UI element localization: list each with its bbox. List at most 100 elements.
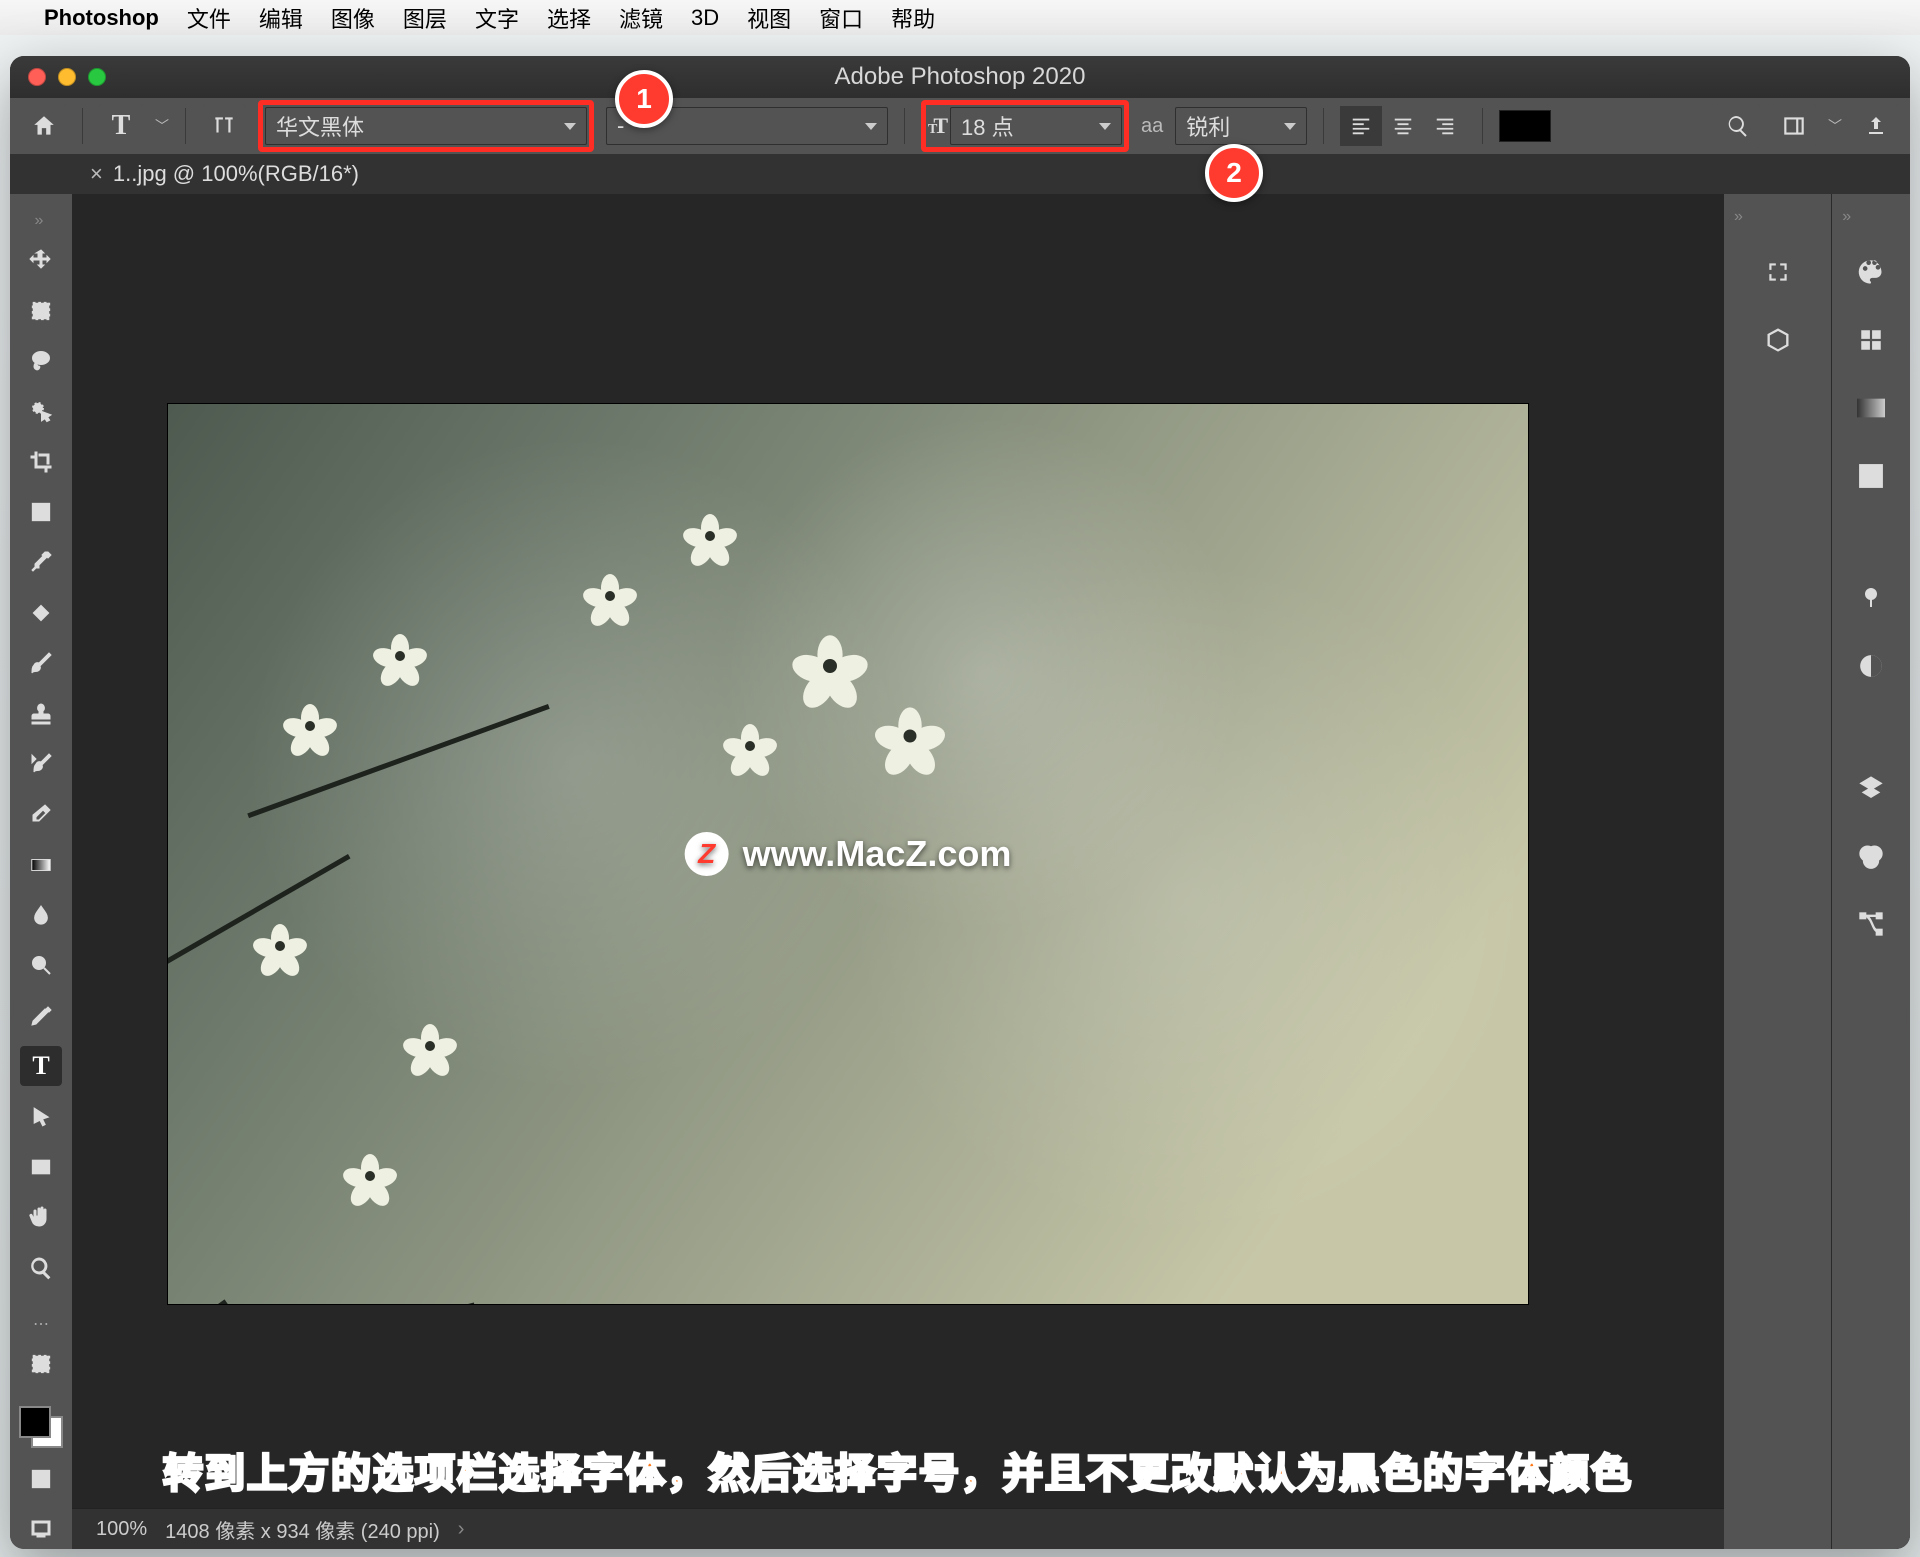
pen-tool[interactable] xyxy=(20,996,62,1036)
quick-select-tool[interactable] xyxy=(20,391,62,431)
home-button[interactable] xyxy=(22,104,66,148)
font-size-highlight: TT 18 点 xyxy=(921,100,1129,152)
properties-icon[interactable] xyxy=(1849,576,1893,620)
annotation-badge-2: 2 xyxy=(1205,144,1263,202)
zoom-level[interactable]: 100% xyxy=(96,1518,147,1541)
text-orientation-button[interactable] xyxy=(202,104,246,148)
blur-tool[interactable] xyxy=(20,895,62,935)
menu-item[interactable]: 选择 xyxy=(547,2,591,34)
menu-item[interactable]: 图像 xyxy=(331,2,375,34)
stamp-tool[interactable] xyxy=(20,693,62,733)
watermark-icon: Z xyxy=(685,832,729,876)
document-tab[interactable]: 1..jpg @ 100%(RGB/16*) xyxy=(113,161,359,187)
align-center-button[interactable] xyxy=(1382,106,1424,146)
type-tool-icon[interactable]: T xyxy=(99,104,143,148)
chevron-down-icon xyxy=(1099,123,1111,130)
patch-tool[interactable] xyxy=(20,593,62,633)
tab-close-button[interactable]: × xyxy=(90,161,103,187)
font-family-dropdown[interactable]: 华文黑体 xyxy=(265,107,587,145)
menu-item[interactable]: 帮助 xyxy=(891,2,935,34)
document-tab-row: × 1..jpg @ 100%(RGB/16*) xyxy=(10,154,1910,194)
chevron-down-icon xyxy=(564,123,576,130)
eyedropper-tool[interactable] xyxy=(20,542,62,582)
crop-tool[interactable] xyxy=(20,442,62,482)
collapse-icon[interactable]: » xyxy=(1734,208,1743,226)
canvas-area[interactable]: Z www.MacZ.com xyxy=(72,194,1724,1509)
anti-alias-value: 锐利 xyxy=(1186,110,1230,142)
foreground-background-swatch[interactable] xyxy=(19,1406,63,1448)
edit-toolbar-button[interactable] xyxy=(20,1344,62,1384)
status-caret-icon[interactable]: › xyxy=(458,1518,465,1541)
brush-tool[interactable] xyxy=(20,643,62,683)
patterns-icon[interactable] xyxy=(1849,454,1893,498)
menu-item[interactable]: 文件 xyxy=(187,2,231,34)
menu-item[interactable]: 图层 xyxy=(403,2,447,34)
divider xyxy=(1482,108,1483,144)
menu-item[interactable]: 编辑 xyxy=(259,2,303,34)
options-bar: T ﹀ 华文黑体 - TT 18 点 aa xyxy=(10,98,1910,154)
rectangle-tool[interactable] xyxy=(20,1147,62,1187)
history-icon[interactable] xyxy=(1756,250,1800,294)
menu-app[interactable]: Photoshop xyxy=(44,5,159,31)
menu-item[interactable]: 文字 xyxy=(475,2,519,34)
more-tools-icon[interactable]: ⋯ xyxy=(33,1314,49,1334)
align-right-button[interactable] xyxy=(1424,106,1466,146)
menu-item[interactable]: 视图 xyxy=(747,2,791,34)
screen-mode-button[interactable] xyxy=(20,1509,62,1549)
tutorial-caption: 转到上方的选项栏选择字体，然后选择字号，并且不更改默认为黑色的字体颜色 xyxy=(72,1441,1724,1499)
divider xyxy=(82,108,83,144)
document-canvas[interactable]: Z www.MacZ.com xyxy=(168,404,1528,1304)
divider xyxy=(904,108,905,144)
font-size-value: 18 点 xyxy=(961,110,1014,142)
eraser-tool[interactable] xyxy=(20,794,62,834)
color-icon[interactable] xyxy=(1849,250,1893,294)
adjustments-icon[interactable] xyxy=(1849,644,1893,688)
mac-menubar: Photoshop 文件 编辑 图像 图层 文字 选择 滤镜 3D 视图 窗口 … xyxy=(0,0,1920,35)
menu-item[interactable]: 滤镜 xyxy=(619,2,663,34)
marquee-tool[interactable] xyxy=(20,290,62,330)
search-button[interactable] xyxy=(1716,104,1760,148)
gradient-tool[interactable] xyxy=(20,845,62,885)
divider xyxy=(1323,108,1324,144)
share-button[interactable] xyxy=(1854,104,1898,148)
titlebar: Adobe Photoshop 2020 xyxy=(10,56,1910,98)
move-tool[interactable] xyxy=(20,240,62,280)
minimize-dot-icon[interactable] xyxy=(58,68,76,86)
anti-alias-dropdown[interactable]: 锐利 xyxy=(1175,107,1307,145)
divider xyxy=(185,108,186,144)
dodge-tool[interactable] xyxy=(20,945,62,985)
align-left-button[interactable] xyxy=(1340,106,1382,146)
font-size-icon: TT xyxy=(928,113,944,139)
watermark: Z www.MacZ.com xyxy=(685,832,1012,876)
paths-icon[interactable] xyxy=(1849,902,1893,946)
watermark-text: www.MacZ.com xyxy=(743,833,1012,875)
chevron-down-icon[interactable]: ﹀ xyxy=(1828,116,1842,136)
channels-icon[interactable] xyxy=(1849,834,1893,878)
fullscreen-dot-icon[interactable] xyxy=(88,68,106,86)
frame-tool[interactable] xyxy=(20,492,62,532)
collapse-icon[interactable]: » xyxy=(1842,208,1851,226)
font-family-highlight: 华文黑体 xyxy=(258,100,594,152)
font-size-dropdown[interactable]: 18 点 xyxy=(950,107,1122,145)
menu-item[interactable]: 3D xyxy=(691,5,719,31)
quick-mask-button[interactable] xyxy=(20,1458,62,1498)
path-select-tool[interactable] xyxy=(20,1096,62,1136)
swatches-icon[interactable] xyxy=(1849,318,1893,362)
workspace-button[interactable] xyxy=(1772,104,1816,148)
doc-info[interactable]: 1408 像素 x 934 像素 (240 ppi) xyxy=(165,1515,440,1544)
gradients-icon[interactable] xyxy=(1849,386,1893,430)
threed-icon[interactable] xyxy=(1756,318,1800,362)
menu-item[interactable]: 窗口 xyxy=(819,2,863,34)
layers-icon[interactable] xyxy=(1849,766,1893,810)
grip-icon[interactable]: » xyxy=(35,212,48,230)
right-panel-dock: » » xyxy=(1724,194,1910,1549)
history-brush-tool[interactable] xyxy=(20,744,62,784)
left-toolbar: » T ⋯ xyxy=(10,194,72,1549)
text-color-swatch[interactable] xyxy=(1499,110,1551,142)
type-tool[interactable]: T xyxy=(20,1046,62,1086)
lasso-tool[interactable] xyxy=(20,341,62,381)
chevron-down-icon[interactable]: ﹀ xyxy=(155,116,169,136)
hand-tool[interactable] xyxy=(20,1197,62,1237)
close-dot-icon[interactable] xyxy=(28,68,46,86)
zoom-tool[interactable] xyxy=(20,1248,62,1288)
